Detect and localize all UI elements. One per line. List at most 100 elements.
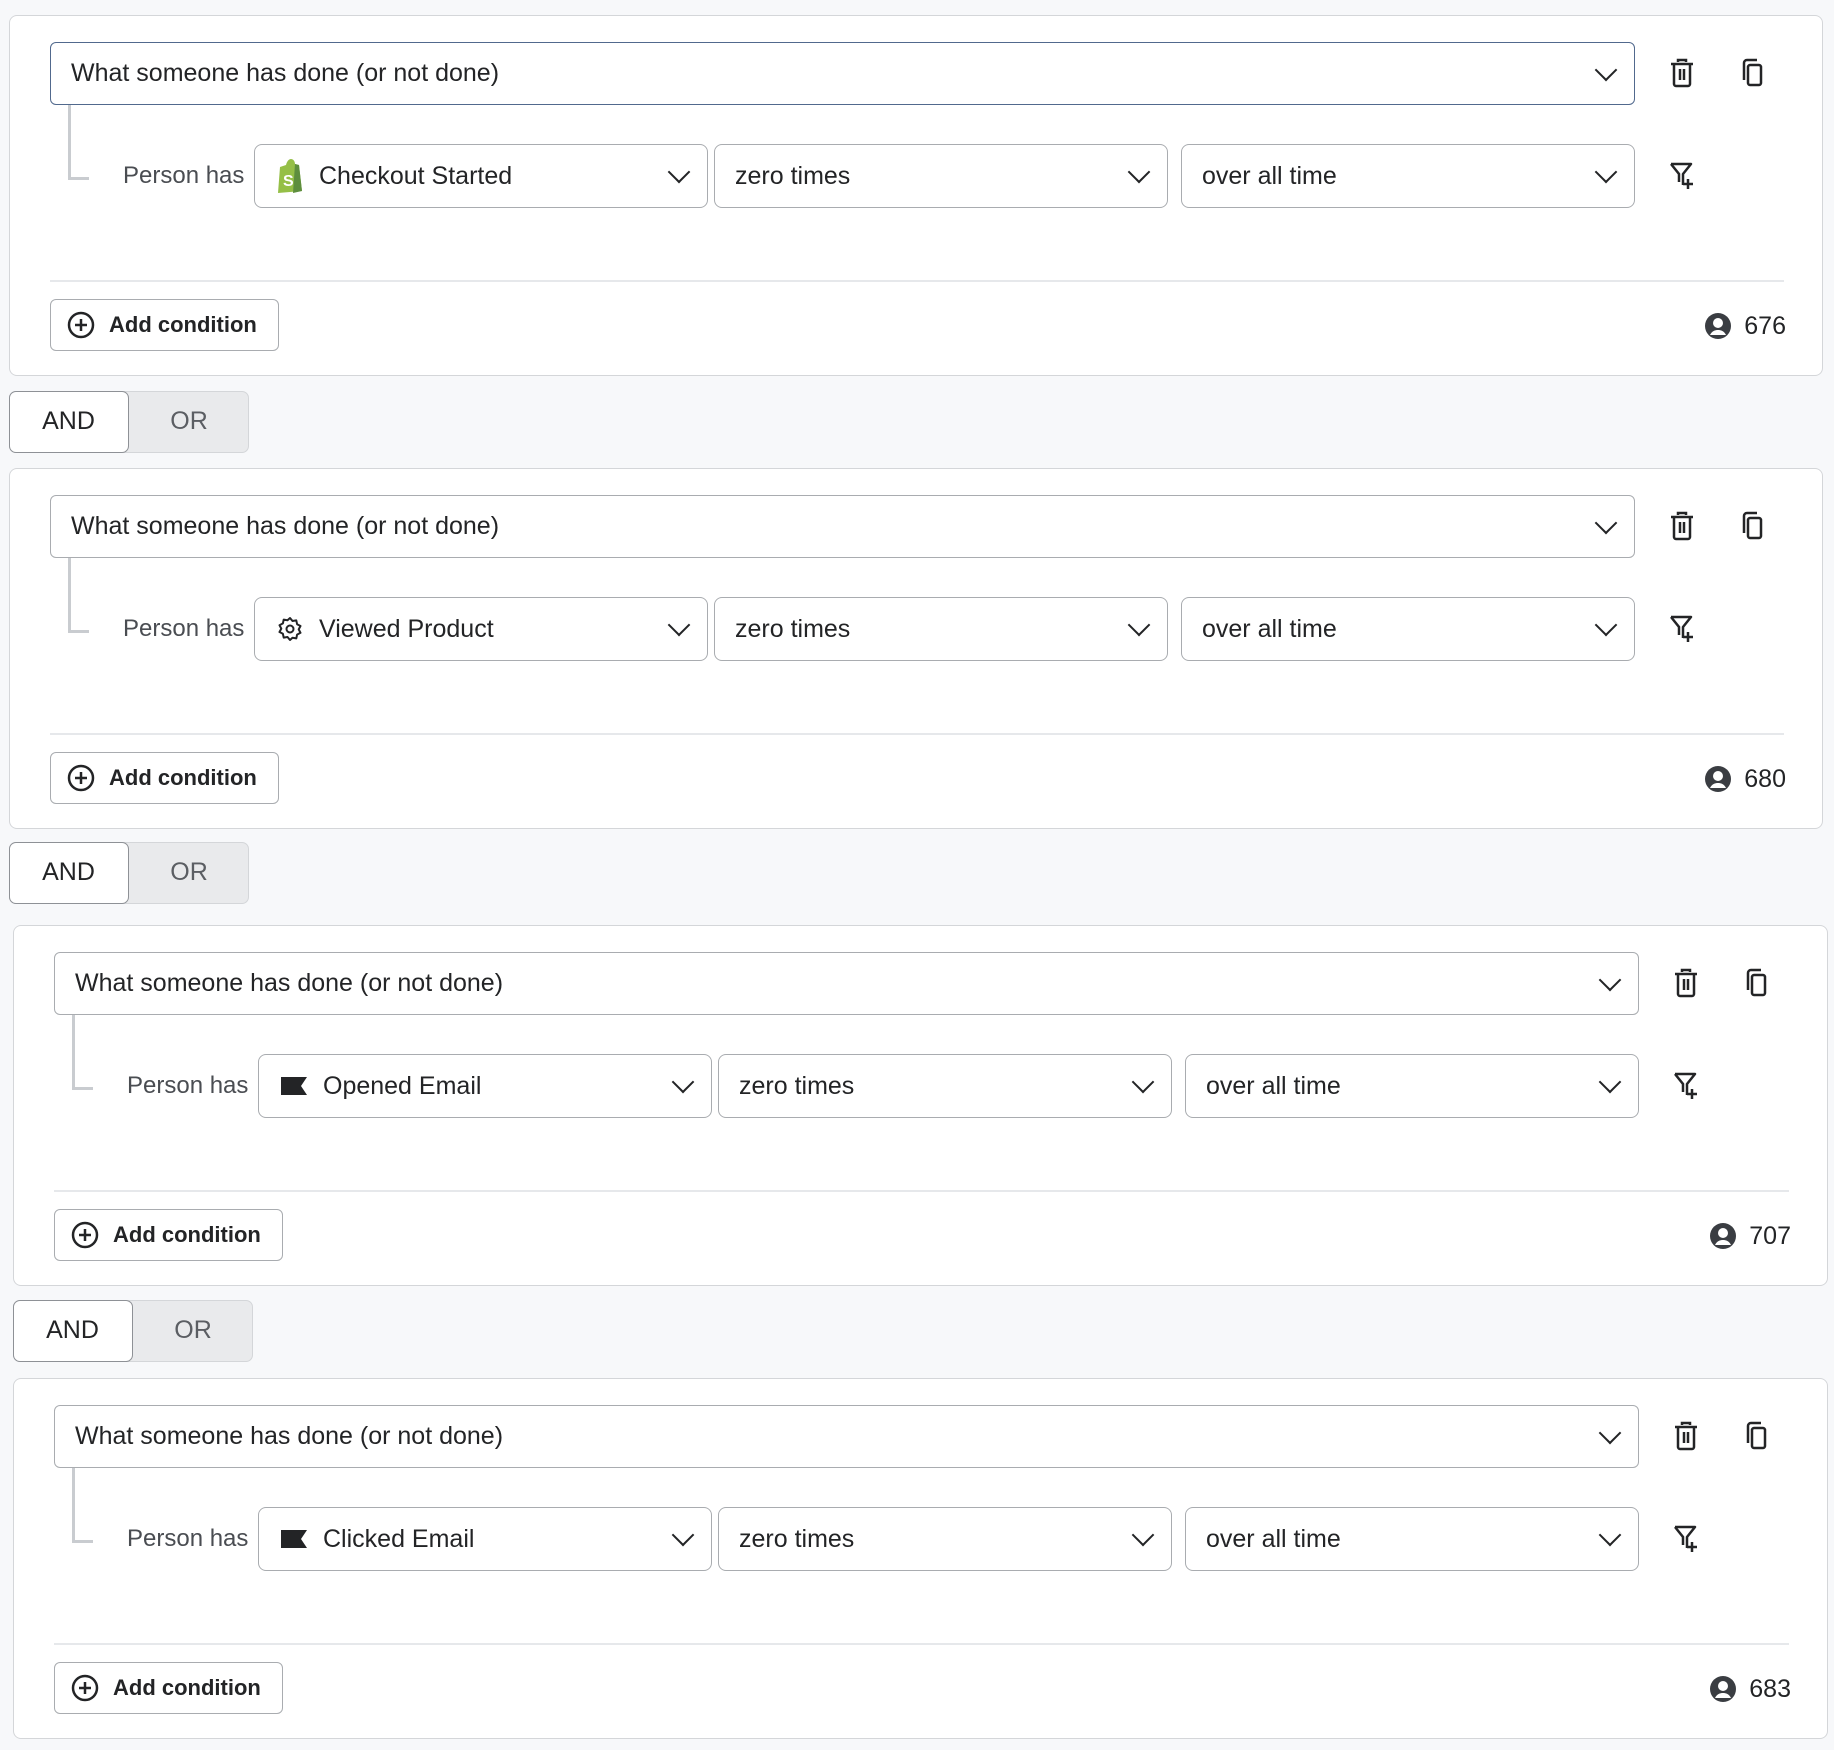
condition-type-select[interactable]: What someone has done (or not done) — [54, 952, 1639, 1015]
person-has-label: Person has — [127, 1525, 249, 1552]
svg-text:S: S — [283, 173, 294, 190]
profile-count: 680 — [1704, 759, 1786, 799]
add-filter-button[interactable] — [1662, 156, 1702, 196]
timeframe-value: over all time — [1202, 161, 1337, 190]
chevron-down-icon — [1594, 613, 1618, 637]
divider — [50, 733, 1784, 735]
profile-count: 676 — [1704, 306, 1786, 346]
tree-connector — [68, 105, 89, 180]
duplicate-button[interactable] — [1732, 506, 1772, 546]
and-option[interactable]: AND — [8, 390, 129, 453]
and-option[interactable]: AND — [8, 841, 129, 904]
add-filter-button[interactable] — [1666, 1519, 1706, 1559]
tree-connector — [68, 558, 89, 633]
plus-circle-icon — [71, 1674, 99, 1702]
metric-select[interactable]: Clicked Email — [258, 1507, 712, 1571]
or-option[interactable]: OR — [130, 842, 248, 904]
add-condition-label: Add condition — [113, 1675, 261, 1700]
condition-type-select[interactable]: What someone has done (or not done) — [50, 42, 1635, 105]
person-icon — [1710, 1223, 1737, 1249]
add-condition-button[interactable]: Add condition — [54, 1662, 283, 1714]
person-icon — [1705, 766, 1732, 792]
duplicate-button[interactable] — [1736, 963, 1776, 1003]
person-icon — [1710, 1676, 1737, 1702]
condition-group-1: What someone has done (or not done) Pers… — [9, 15, 1823, 376]
chevron-down-icon — [1127, 160, 1151, 184]
metric-select[interactable]: Opened Email — [258, 1054, 712, 1118]
divider — [50, 280, 1784, 282]
tree-connector — [72, 1468, 93, 1543]
timeframe-select[interactable]: over all time — [1181, 597, 1635, 661]
delete-button[interactable] — [1662, 506, 1702, 546]
plus-circle-icon — [71, 1221, 99, 1249]
or-option[interactable]: OR — [130, 391, 248, 453]
timeframe-value: over all time — [1206, 1524, 1341, 1553]
or-option[interactable]: OR — [134, 1300, 252, 1362]
condition-type-value: What someone has done (or not done) — [71, 512, 500, 540]
frequency-select[interactable]: zero times — [718, 1054, 1172, 1118]
condition-type-select[interactable]: What someone has done (or not done) — [54, 1405, 1639, 1468]
count-value: 680 — [1744, 764, 1786, 793]
add-condition-button[interactable]: Add condition — [54, 1209, 283, 1261]
chevron-down-icon — [1598, 1523, 1622, 1547]
timeframe-select[interactable]: over all time — [1185, 1054, 1639, 1118]
copy-icon — [1746, 1421, 1767, 1450]
flag-icon — [277, 1069, 311, 1103]
metric-select[interactable]: Viewed Product — [254, 597, 708, 661]
timeframe-select[interactable]: over all time — [1181, 144, 1635, 208]
filter-add-icon — [1674, 1525, 1697, 1552]
chevron-down-icon — [1598, 1070, 1622, 1094]
add-condition-label: Add condition — [113, 1222, 261, 1247]
frequency-value: zero times — [739, 1524, 855, 1553]
delete-button[interactable] — [1662, 53, 1702, 93]
chevron-down-icon — [1598, 1421, 1622, 1444]
profile-count: 683 — [1709, 1669, 1791, 1709]
condition-type-value: What someone has done (or not done) — [75, 969, 504, 997]
copy-icon — [1746, 968, 1767, 997]
person-has-label: Person has — [127, 1072, 249, 1099]
condition-group-2: What someone has done (or not done) Pers… — [9, 468, 1823, 829]
chevron-down-icon — [667, 160, 691, 184]
flag-icon — [277, 1522, 311, 1556]
timeframe-value: over all time — [1206, 1071, 1341, 1100]
trash-icon — [1675, 1421, 1697, 1451]
chevron-down-icon — [1131, 1523, 1155, 1547]
chevron-down-icon — [667, 613, 691, 637]
condition-group-3: What someone has done (or not done) Pers… — [13, 925, 1828, 1286]
frequency-value: zero times — [739, 1071, 855, 1100]
count-value: 707 — [1749, 1221, 1791, 1250]
condition-type-value: What someone has done (or not done) — [75, 1422, 504, 1450]
and-or-toggle-1: AND OR — [8, 390, 249, 453]
metric-value: Checkout Started — [319, 161, 513, 190]
frequency-select[interactable]: zero times — [714, 597, 1168, 661]
add-filter-button[interactable] — [1666, 1066, 1706, 1106]
divider — [54, 1643, 1789, 1645]
copy-icon — [1742, 58, 1763, 87]
frequency-select[interactable]: zero times — [714, 144, 1168, 208]
and-option[interactable]: AND — [12, 1299, 133, 1362]
timeframe-select[interactable]: over all time — [1185, 1507, 1639, 1571]
frequency-select[interactable]: zero times — [718, 1507, 1172, 1571]
plus-circle-icon — [67, 764, 95, 792]
profile-count: 707 — [1709, 1216, 1791, 1256]
chevron-down-icon — [1127, 613, 1151, 637]
delete-button[interactable] — [1666, 963, 1706, 1003]
count-value: 676 — [1744, 311, 1786, 340]
and-or-toggle-2: AND OR — [8, 841, 249, 904]
delete-button[interactable] — [1666, 1416, 1706, 1456]
add-condition-button[interactable]: Add condition — [50, 299, 279, 351]
chevron-down-icon — [1594, 160, 1618, 184]
duplicate-button[interactable] — [1736, 1416, 1776, 1456]
metric-value: Clicked Email — [323, 1524, 475, 1553]
chevron-down-icon — [1594, 511, 1618, 534]
duplicate-button[interactable] — [1732, 53, 1772, 93]
add-filter-button[interactable] — [1662, 609, 1702, 649]
add-condition-button[interactable]: Add condition — [50, 752, 279, 804]
person-has-label: Person has — [123, 615, 245, 642]
person-has-label: Person has — [123, 162, 245, 189]
frequency-value: zero times — [735, 161, 851, 190]
metric-select[interactable]: S Checkout Started — [254, 144, 708, 208]
add-condition-label: Add condition — [109, 312, 257, 337]
condition-type-select[interactable]: What someone has done (or not done) — [50, 495, 1635, 558]
filter-add-icon — [1670, 162, 1693, 189]
